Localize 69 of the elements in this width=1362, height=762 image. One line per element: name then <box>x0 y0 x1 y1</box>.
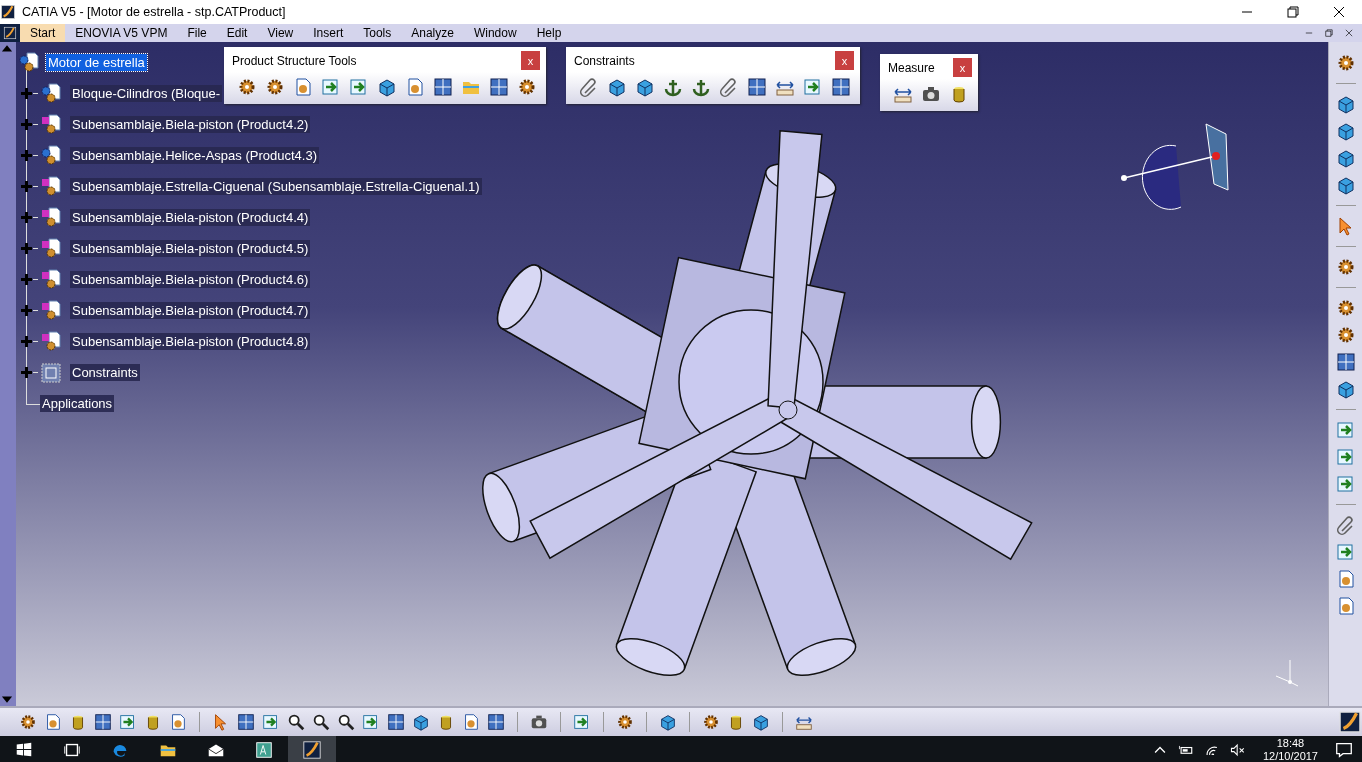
menu-item[interactable]: Help <box>526 24 572 42</box>
gear-icon[interactable] <box>18 712 38 732</box>
magnifier-icon[interactable] <box>336 712 356 732</box>
magnifier-icon[interactable] <box>286 712 306 732</box>
tree-item[interactable]: Subensamblaje.Helice-Aspas (Product4.3) <box>70 147 319 164</box>
menu-item[interactable]: Tools <box>353 24 402 42</box>
grid-icon[interactable] <box>486 712 506 732</box>
tree-item[interactable]: Motor de estrella <box>46 54 147 71</box>
menu-item[interactable]: ENOVIA V5 VPM <box>65 24 178 42</box>
tree-item[interactable]: Subensamblaje.Biela-piston (Product4.5) <box>70 240 311 257</box>
speaker-muted-icon[interactable] <box>1228 741 1247 759</box>
tree-item[interactable]: Bloque-Cilindros (Bloque- <box>70 85 223 102</box>
clock-time: 18:48 <box>1276 737 1305 750</box>
grid-icon[interactable] <box>236 712 256 732</box>
cube-icon[interactable] <box>751 712 771 732</box>
tree-item[interactable]: Subensamblaje.Biela-piston (Product4.7) <box>70 302 311 319</box>
close-button[interactable]: x <box>953 58 972 77</box>
app-logo-icon <box>0 24 20 42</box>
clock-date: 12/10/2017 <box>1262 750 1318 762</box>
assembly-icon <box>40 237 62 260</box>
magnifier-icon[interactable] <box>311 712 331 732</box>
menu-item[interactable]: View <box>257 24 304 42</box>
grid-icon[interactable] <box>386 712 406 732</box>
assembly-icon <box>40 206 62 229</box>
tree-item[interactable]: Subensamblaje.Biela-piston (Product4.6) <box>70 271 311 288</box>
expand-icon[interactable] <box>20 366 33 379</box>
assembly-icon <box>40 268 62 291</box>
tree-item[interactable]: Subensamblaje.Biela-piston (Product4.2) <box>70 116 311 133</box>
tree-item[interactable]: Constraints <box>70 364 140 381</box>
assembly-icon <box>40 330 62 353</box>
toolbar-title: Constraints <box>574 53 635 68</box>
product-icon <box>18 51 40 74</box>
product-icon <box>40 82 62 105</box>
constraints-icon <box>40 361 62 384</box>
axis-drawing <box>1275 659 1299 687</box>
grid-icon[interactable] <box>830 76 852 98</box>
product-icon <box>40 144 62 167</box>
expand-icon[interactable] <box>20 335 33 348</box>
app-logo-icon <box>0 4 16 20</box>
cube-icon[interactable] <box>658 712 678 732</box>
gear-icon[interactable] <box>701 712 721 732</box>
window-title: CATIA V5 - [Motor de estrella - stp.CATProduct] <box>22 5 287 19</box>
toolbar-title: Product Structure Tools <box>232 53 357 68</box>
tree-item[interactable]: Subensamblaje.Estrella-Ciguenal (Subensamblaje.Estrella-Ciguenal.1) <box>70 178 482 195</box>
toolbar-title: Measure <box>888 60 935 75</box>
menu-item[interactable]: File <box>177 24 217 42</box>
menu-item[interactable]: Insert <box>303 24 354 42</box>
grid-icon[interactable] <box>93 712 113 732</box>
close-button[interactable]: x <box>835 51 854 70</box>
assembly-icon <box>40 175 62 198</box>
menu-item[interactable]: Edit <box>216 24 258 42</box>
grid-icon[interactable] <box>746 76 768 98</box>
menu-item[interactable]: Analyze <box>401 24 464 42</box>
grid-icon[interactable] <box>432 76 454 98</box>
grid-icon[interactable] <box>488 76 510 98</box>
assembly-icon <box>40 299 62 322</box>
tree-item[interactable]: Subensamblaje.Biela-piston (Product4.4) <box>70 209 311 226</box>
cube-icon[interactable] <box>411 712 431 732</box>
clock[interactable]: 18:48 12/10/2017 <box>1262 737 1318 762</box>
assembly-icon <box>40 113 62 136</box>
taskbar-button[interactable] <box>288 736 336 762</box>
tree-item[interactable]: Subensamblaje.Biela-piston (Product4.8) <box>70 333 311 350</box>
notification-icon[interactable] <box>1334 740 1354 760</box>
gear-icon[interactable] <box>615 712 635 732</box>
grid-icon[interactable] <box>1334 351 1357 373</box>
menu-item[interactable]: Start <box>20 24 66 42</box>
close-button[interactable]: x <box>521 51 540 70</box>
menu-item[interactable]: Window <box>463 24 527 42</box>
tree-item[interactable]: Applications <box>40 395 115 412</box>
